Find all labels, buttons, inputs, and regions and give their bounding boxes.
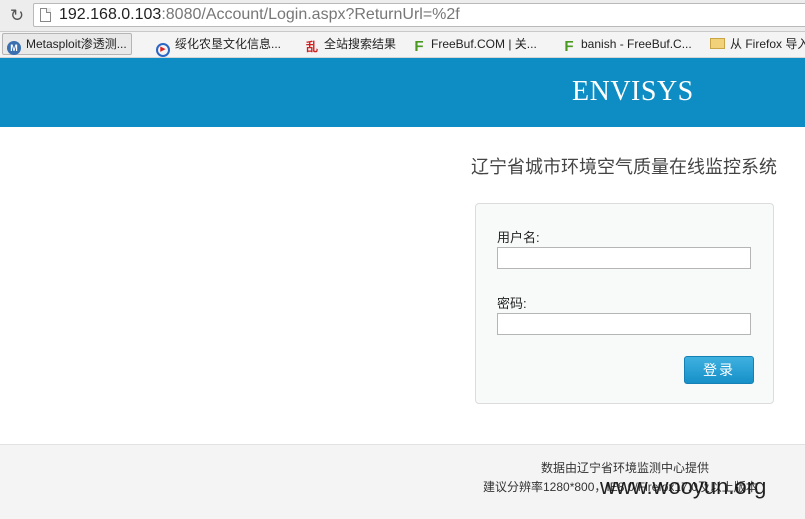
brand-logo-text: ENVISYS	[572, 76, 694, 107]
freebuf-icon: F	[414, 38, 424, 55]
page-title: 辽宁省城市环境空气质量在线监控系统	[471, 157, 777, 177]
username-label: 用户名:	[497, 230, 540, 245]
password-input[interactable]	[497, 313, 751, 335]
freebuf-icon: F	[564, 38, 574, 55]
bookmark-label: banish - FreeBuf.C...	[581, 37, 692, 51]
bookmarks-bar: M Metasploit渗透测... ▶ 绥化农垦文化信息... 乱全站搜索结果 F…	[0, 32, 805, 58]
login-panel: 用户名: 密码: 登录	[475, 203, 774, 404]
bookmark-folder-firefox[interactable]: 从 Firefox 导入	[706, 34, 805, 54]
bookmark-metasploit[interactable]: M Metasploit渗透测...	[2, 33, 132, 55]
bookmark-search-results[interactable]: 乱全站搜索结果	[301, 34, 396, 54]
bookmark-label: 从 Firefox 导入	[730, 37, 805, 51]
url-input[interactable]: 192.168.0.103:8080/Account/Login.aspx?Re…	[33, 3, 805, 27]
metasploit-icon: M	[7, 41, 21, 55]
folder-icon	[710, 38, 725, 49]
bookmark-label: Metasploit渗透测...	[26, 37, 127, 51]
play-circle-icon: ▶	[156, 43, 170, 57]
bookmark-suihua[interactable]: ▶ 绥化农垦文化信息...	[152, 34, 282, 57]
bookmark-banish[interactable]: Fbanish - FreeBuf.C...	[558, 34, 692, 55]
password-label: 密码:	[497, 296, 527, 311]
url-text: 192.168.0.103:8080/Account/Login.aspx?Re…	[59, 6, 460, 24]
header-banner: ENVISYS	[0, 58, 805, 127]
bookmark-label: 全站搜索结果	[324, 37, 397, 51]
bookmark-freebuf[interactable]: F FreeBuf.COM | 关...	[408, 34, 537, 55]
watermark: www.wooyun.org	[600, 474, 767, 499]
browser-address-bar: ↻ 192.168.0.103:8080/Account/Login.aspx?…	[0, 0, 805, 32]
url-path: :8080/Account/Login.aspx?ReturnUrl=%2f	[161, 6, 460, 23]
page-icon	[40, 8, 51, 22]
bookmark-label: FreeBuf.COM | 关...	[431, 37, 537, 51]
url-host: 192.168.0.103	[59, 6, 162, 23]
username-input[interactable]	[497, 247, 751, 269]
login-button[interactable]: 登录	[684, 356, 754, 384]
red-glyph-icon: 乱	[305, 40, 318, 54]
reload-icon[interactable]: ↻	[6, 6, 28, 26]
bookmark-label: 绥化农垦文化信息...	[175, 37, 282, 51]
